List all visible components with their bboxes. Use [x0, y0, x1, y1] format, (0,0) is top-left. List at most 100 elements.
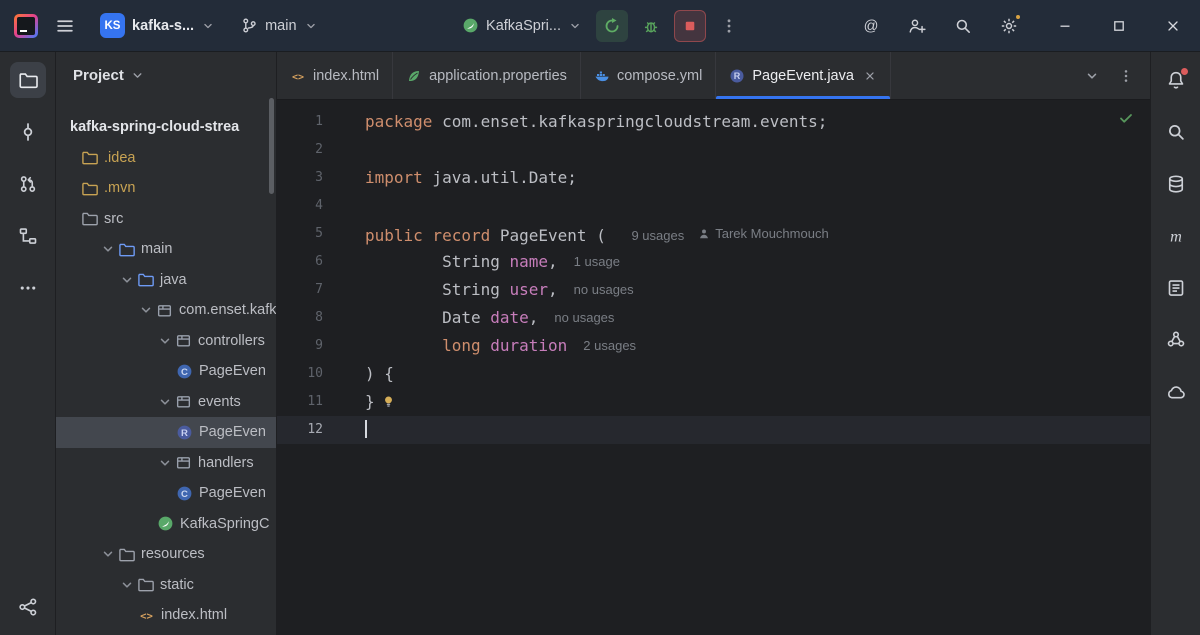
tree-item-main[interactable]: main [56, 234, 276, 265]
code-line-1[interactable]: 1 package com.enset.kafkaspringcloudstrea… [277, 108, 1150, 136]
line-number[interactable]: 3 [277, 164, 323, 192]
tree-item-resources[interactable]: resources [56, 539, 276, 570]
tree-item-.mvn[interactable]: .mvn [56, 173, 276, 204]
tool-button-structure[interactable] [10, 218, 46, 254]
run-configuration-selector[interactable]: KafkaSpri... [454, 9, 590, 43]
chevron-down-icon[interactable] [157, 394, 173, 410]
tool-button-pull-requests[interactable] [10, 166, 46, 202]
tree-item-controllers[interactable]: controllers [56, 326, 276, 357]
code-line-7[interactable]: 7 String user, no usages [277, 276, 1150, 304]
code-line-8[interactable]: 8 Date date, no usages [277, 304, 1150, 332]
code-with-me-button[interactable] [900, 9, 934, 43]
tree-item-PageEven[interactable]: C PageEven [56, 478, 276, 509]
search-everywhere-button[interactable] [946, 9, 980, 43]
chevron-down-icon[interactable] [119, 272, 135, 288]
chevron-down-icon [304, 19, 318, 33]
tree-item-.idea[interactable]: .idea [56, 143, 276, 174]
code-text: String name, 1 usage [365, 248, 620, 276]
tree-item-PageEven[interactable]: R PageEven [56, 417, 276, 448]
settings-update-badge [1014, 12, 1022, 21]
tool-button-find[interactable] [1158, 114, 1194, 150]
code-author-inlay[interactable]: Tarek Mouchmouch [698, 220, 829, 248]
tool-button-cloud[interactable] [1158, 374, 1194, 410]
tab-index.html[interactable]: <> index.html [277, 52, 394, 99]
debug-button[interactable] [634, 9, 668, 43]
tool-button-endpoints[interactable] [1158, 270, 1194, 306]
tree-item-java[interactable]: java [56, 265, 276, 296]
tab-application.properties[interactable]: application.properties [393, 52, 581, 99]
chevron-down-icon[interactable] [157, 455, 173, 471]
chevron-down-icon[interactable] [157, 333, 173, 349]
line-number[interactable]: 2 [277, 136, 323, 164]
line-number[interactable]: 12 [277, 416, 323, 444]
code-line-5[interactable]: 5 public record PageEvent ( 9 usages Tarek… [277, 220, 1150, 248]
tree-item-handlers[interactable]: handlers [56, 448, 276, 479]
code-line-3[interactable]: 3 import java.util.Date; [277, 164, 1150, 192]
tab-PageEvent.java[interactable]: R PageEvent.java [716, 52, 891, 99]
main-menu-button[interactable] [48, 9, 82, 43]
line-number[interactable]: 11 [277, 388, 323, 416]
tool-button-notifications[interactable] [1158, 62, 1194, 98]
usages-inlay[interactable]: 1 usage [574, 248, 620, 276]
tree-item-kafka-spring-cloud-strea[interactable]: kafka-spring-cloud-strea [56, 112, 276, 143]
tree-item-com.enset.kafka[interactable]: com.enset.kafka [56, 295, 276, 326]
title-bar-right: @ [854, 0, 1200, 51]
stop-button[interactable] [673, 9, 706, 42]
code-line-10[interactable]: 10) { [277, 360, 1150, 388]
project-badge: KS [100, 13, 125, 38]
minimize-button[interactable] [1038, 0, 1092, 52]
code-editor[interactable]: 1 package com.enset.kafkaspringcloudstrea… [277, 100, 1150, 635]
line-number[interactable]: 7 [277, 276, 323, 304]
tree-item-static[interactable]: static [56, 570, 276, 601]
close-button[interactable] [1146, 0, 1200, 52]
tree-item-PageEven[interactable]: C PageEven [56, 356, 276, 387]
tree-item-events[interactable]: events [56, 387, 276, 418]
chevron-down-icon[interactable] [138, 302, 154, 318]
usages-inlay[interactable]: 9 usages [631, 222, 684, 250]
tool-button-more-tool-windows[interactable] [10, 270, 46, 306]
hidden-tabs-button[interactable] [1078, 62, 1106, 90]
code-line-6[interactable]: 6 String name, 1 usage [277, 248, 1150, 276]
code-line-12[interactable]: 12 [277, 416, 1150, 444]
project-panel-header[interactable]: Project [56, 52, 276, 98]
project-selector[interactable]: KS kafka-s... [92, 9, 223, 43]
inspections-ok-icon[interactable] [1118, 110, 1134, 126]
tab-compose.yml[interactable]: compose.yml [581, 52, 717, 99]
line-number[interactable]: 8 [277, 304, 323, 332]
code-line-11[interactable]: 11} [277, 388, 1150, 416]
project-scrollbar-thumb[interactable] [269, 98, 274, 194]
line-number[interactable]: 9 [277, 332, 323, 360]
tree-item-index.html[interactable]: <> index.html [56, 600, 276, 631]
run-button[interactable] [595, 9, 628, 42]
line-number[interactable]: 1 [277, 108, 323, 136]
settings-button[interactable] [992, 9, 1026, 43]
tool-button-commit[interactable] [10, 114, 46, 150]
code-line-9[interactable]: 9 long duration 2 usages [277, 332, 1150, 360]
line-number[interactable]: 5 [277, 220, 323, 248]
more-run-actions-button[interactable] [712, 9, 746, 43]
tool-button-project[interactable] [9, 62, 46, 98]
line-number[interactable]: 10 [277, 360, 323, 388]
tool-button-maven[interactable]: m [1158, 218, 1194, 254]
usages-inlay[interactable]: no usages [554, 304, 614, 332]
chevron-down-icon[interactable] [100, 546, 116, 562]
usages-inlay[interactable]: 2 usages [583, 332, 636, 360]
chevron-down-icon[interactable] [119, 577, 135, 593]
usages-inlay[interactable]: no usages [574, 276, 634, 304]
code-line-2[interactable]: 2 [277, 136, 1150, 164]
intention-bulb-icon[interactable] [381, 394, 396, 409]
close-tab-icon[interactable] [863, 69, 877, 83]
line-number[interactable]: 4 [277, 192, 323, 220]
tool-button-database[interactable] [1158, 166, 1194, 202]
tab-options-button[interactable] [1112, 62, 1140, 90]
mentions-button[interactable]: @ [854, 9, 888, 43]
tool-button-version-control[interactable] [10, 589, 46, 625]
branch-selector[interactable]: main [233, 9, 325, 43]
line-number[interactable]: 6 [277, 248, 323, 276]
maximize-button[interactable] [1092, 0, 1146, 52]
tree-item-KafkaSpringC[interactable]: KafkaSpringC [56, 509, 276, 540]
tool-button-beans[interactable] [1158, 322, 1194, 358]
code-line-4[interactable]: 4 [277, 192, 1150, 220]
tree-item-src[interactable]: src [56, 204, 276, 235]
chevron-down-icon[interactable] [100, 241, 116, 257]
